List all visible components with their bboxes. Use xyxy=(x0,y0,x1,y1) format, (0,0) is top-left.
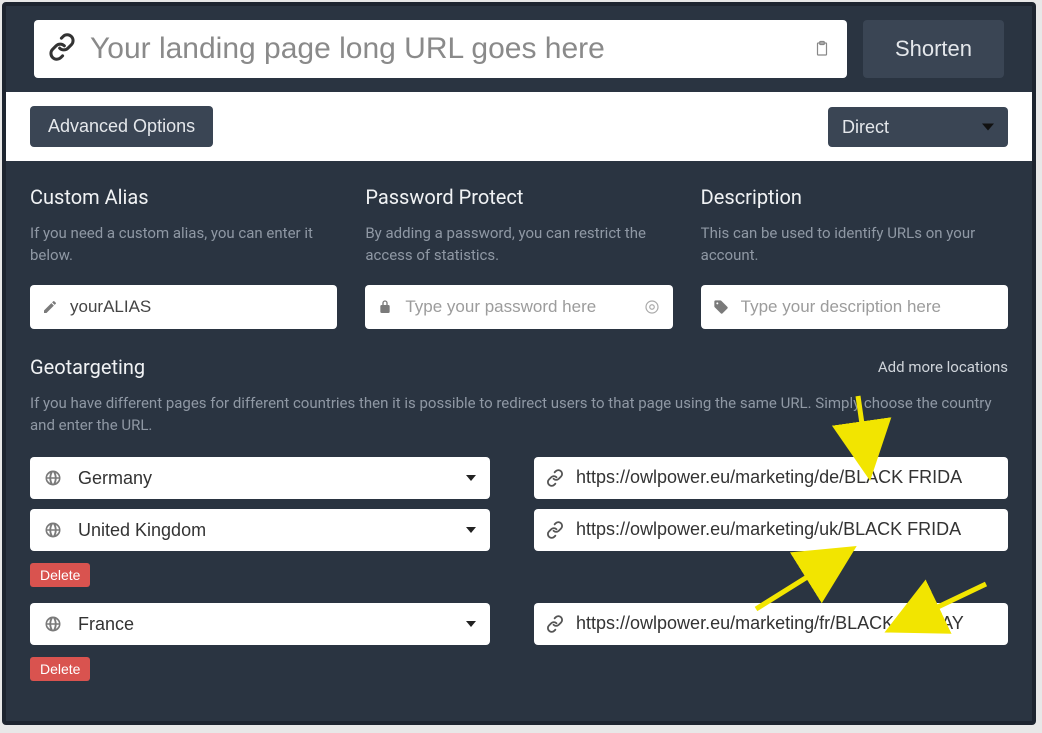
country-select[interactable]: Germany xyxy=(78,457,490,499)
paste-icon[interactable] xyxy=(811,36,833,62)
link-icon xyxy=(546,615,564,633)
country-select-wrap: United Kingdom xyxy=(30,509,490,551)
custom-alias-input[interactable] xyxy=(70,297,325,317)
geo-url-box xyxy=(534,509,1008,551)
pencil-icon xyxy=(42,299,58,315)
description-column: Description This can be used to identify… xyxy=(701,185,1008,329)
country-select-wrap: France xyxy=(30,603,490,645)
link-icon xyxy=(546,469,564,487)
description-input[interactable] xyxy=(741,297,996,317)
advanced-content: Custom Alias If you need a custom alias,… xyxy=(6,161,1032,717)
eye-icon[interactable] xyxy=(643,298,661,316)
description-input-box xyxy=(701,285,1008,329)
globe-icon xyxy=(44,521,62,539)
geo-row: Germany xyxy=(30,457,1008,499)
custom-alias-input-box xyxy=(30,285,337,329)
link-icon xyxy=(48,33,76,65)
geo-url-input[interactable] xyxy=(576,613,996,634)
country-select[interactable]: France xyxy=(78,603,490,645)
globe-icon xyxy=(44,469,62,487)
lock-icon xyxy=(377,299,393,315)
geo-row: United Kingdom xyxy=(30,509,1008,551)
geotargeting-desc: If you have different pages for differen… xyxy=(30,393,1008,437)
description-desc: This can be used to identify URLs on you… xyxy=(701,223,1008,267)
delete-button[interactable]: Delete xyxy=(30,563,90,587)
custom-alias-title: Custom Alias xyxy=(30,185,337,209)
delete-button[interactable]: Delete xyxy=(30,657,90,681)
link-icon xyxy=(546,521,564,539)
geo-url-input[interactable] xyxy=(576,519,996,540)
password-desc: By adding a password, you can restrict t… xyxy=(365,223,672,267)
password-title: Password Protect xyxy=(365,185,672,209)
globe-icon xyxy=(44,615,62,633)
geo-url-input[interactable] xyxy=(576,467,996,488)
advanced-options-button[interactable]: Advanced Options xyxy=(30,106,213,147)
geo-url-box xyxy=(534,457,1008,499)
description-title: Description xyxy=(701,185,1008,209)
password-column: Password Protect By adding a password, y… xyxy=(365,185,672,329)
shorten-button[interactable]: Shorten xyxy=(863,20,1004,78)
password-input[interactable] xyxy=(405,297,630,317)
geotargeting-title: Geotargeting xyxy=(30,355,145,379)
url-input-container xyxy=(34,20,847,78)
url-shorten-row: Shorten xyxy=(6,6,1032,92)
redirect-type-select[interactable]: Direct xyxy=(828,107,1008,147)
add-more-locations-link[interactable]: Add more locations xyxy=(878,358,1008,376)
options-bar: Advanced Options Direct xyxy=(6,92,1032,161)
redirect-type-select-wrap: Direct xyxy=(828,107,1008,147)
country-select[interactable]: United Kingdom xyxy=(78,509,490,551)
country-select-wrap: Germany xyxy=(30,457,490,499)
geo-url-box xyxy=(534,603,1008,645)
geo-row: France xyxy=(30,603,1008,645)
custom-alias-column: Custom Alias If you need a custom alias,… xyxy=(30,185,337,329)
tag-icon xyxy=(713,299,729,315)
password-input-box xyxy=(365,285,672,329)
custom-alias-desc: If you need a custom alias, you can ente… xyxy=(30,223,337,267)
url-input[interactable] xyxy=(90,32,797,66)
